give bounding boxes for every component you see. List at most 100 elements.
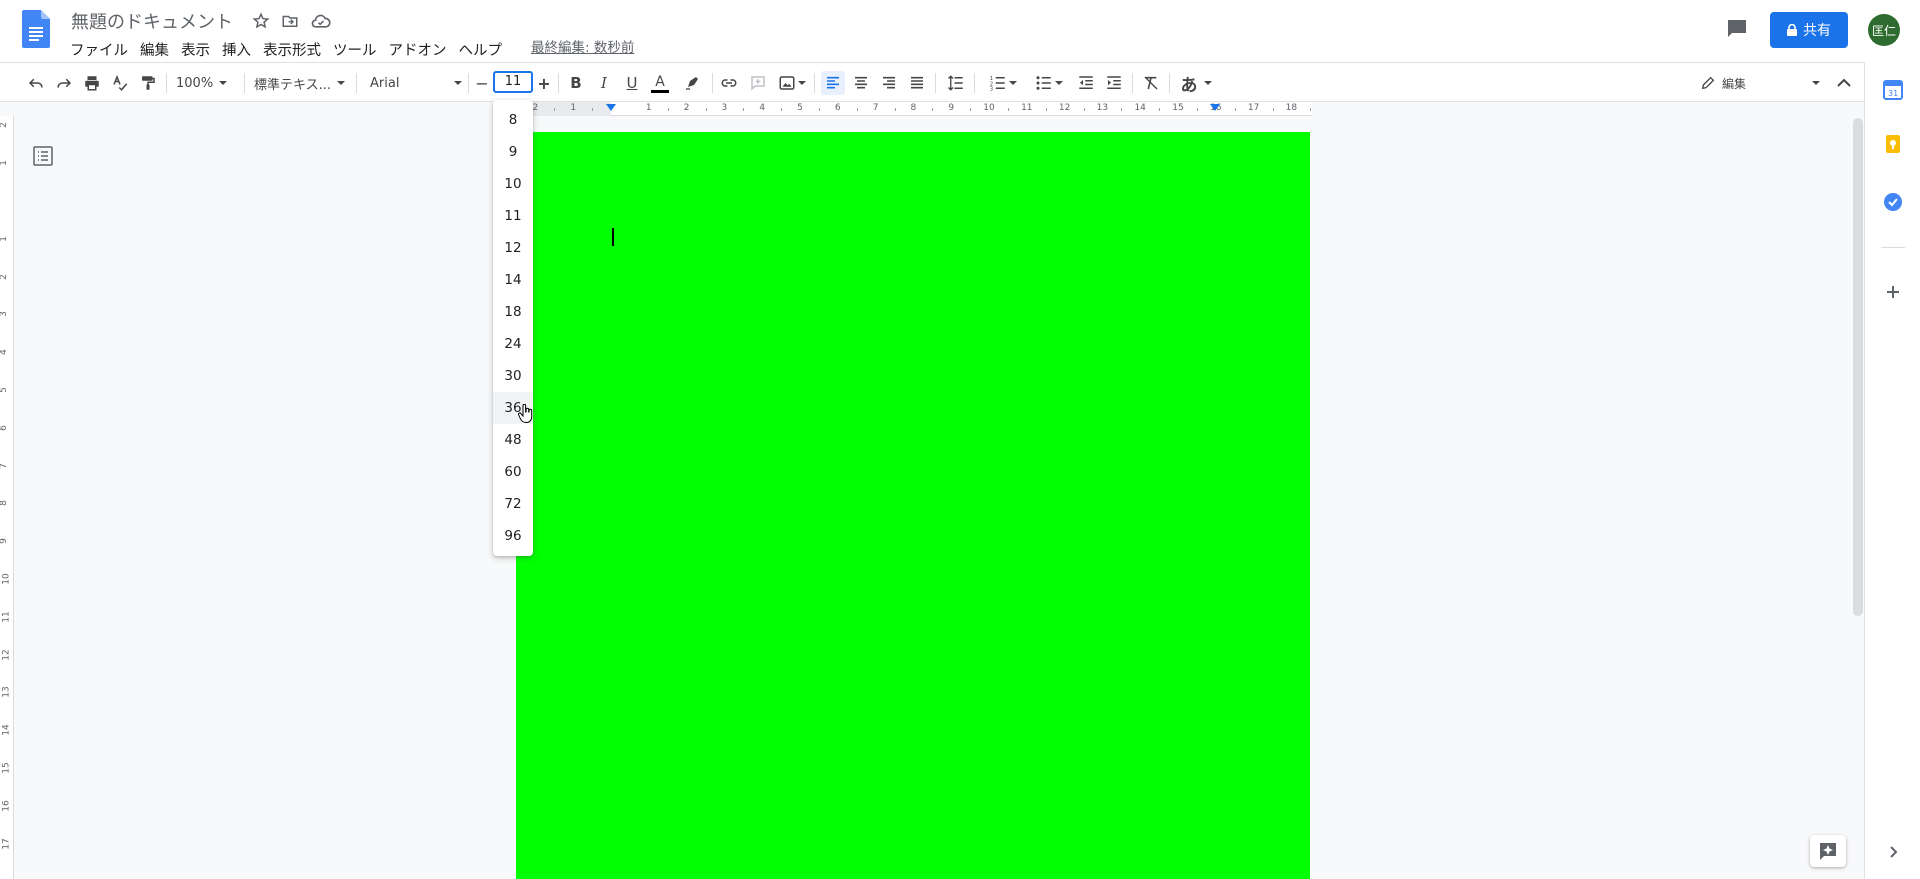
font-size-option[interactable]: 30 [493, 360, 533, 392]
star-icon[interactable] [252, 12, 272, 32]
chevron-right-icon[interactable] [1883, 842, 1903, 862]
italic-button[interactable]: I [592, 71, 616, 95]
docs-logo-icon[interactable] [22, 10, 50, 48]
input-tools-button[interactable]: あ [1176, 71, 1216, 96]
font-size-option[interactable]: 60 [493, 456, 533, 488]
font-size-option[interactable]: 24 [493, 328, 533, 360]
paint-format-icon[interactable] [136, 71, 160, 95]
document-title[interactable]: 無題のドキュメント [71, 8, 233, 34]
vruler-number: 8 [0, 501, 9, 507]
font-size-input[interactable]: 11 [493, 71, 533, 93]
ruler-tick [1083, 108, 1085, 111]
last-edit-link[interactable]: 最終編集: 数秒前 [531, 36, 634, 56]
numbered-list-icon[interactable]: 123 [984, 71, 1022, 95]
font-size-option[interactable]: 18 [493, 296, 533, 328]
decrease-indent-icon[interactable] [1074, 71, 1098, 95]
decrease-font-size-button[interactable]: − [474, 71, 490, 95]
ruler-tick [781, 108, 783, 111]
bold-button[interactable]: B [564, 71, 588, 95]
ruler-tick [1272, 108, 1274, 111]
underline-button[interactable]: U [620, 71, 644, 95]
add-addon-icon[interactable] [1883, 282, 1903, 302]
ruler-number: 5 [797, 103, 803, 113]
font-family-select[interactable]: Arial [370, 71, 462, 95]
keep-icon[interactable] [1883, 134, 1903, 154]
text-color-swatch [651, 89, 669, 93]
text-color-button[interactable]: A [648, 71, 672, 95]
font-size-option[interactable]: 72 [493, 488, 533, 520]
menu-format[interactable]: 表示形式 [257, 37, 327, 62]
menu-tools[interactable]: ツール [327, 37, 383, 62]
menu-view[interactable]: 表示 [175, 37, 216, 62]
menu-addons[interactable]: アドオン [383, 37, 453, 62]
paragraph-style-select[interactable]: 標準テキス... [254, 71, 350, 95]
ruler-number: 1 [645, 103, 652, 113]
increase-font-size-button[interactable]: + [536, 71, 552, 95]
move-folder-icon[interactable] [281, 12, 301, 32]
print-icon[interactable] [80, 71, 104, 95]
vruler-number: 1 [0, 236, 9, 242]
align-right-icon[interactable] [877, 71, 901, 95]
app-header: 無題のドキュメント ファイル 編集 表示 挿入 表示形式 ツール アドオン ヘル… [0, 0, 1920, 62]
calendar-icon[interactable]: 31 [1883, 80, 1903, 100]
ruler-number: 17 [1247, 103, 1260, 113]
undo-icon[interactable] [24, 71, 48, 95]
increase-indent-icon[interactable] [1102, 71, 1126, 95]
highlight-pen-icon[interactable] [680, 71, 704, 95]
link-icon[interactable] [717, 71, 741, 95]
align-center-icon[interactable] [849, 71, 873, 95]
document-outline-icon[interactable] [33, 146, 53, 166]
toolbar-divider [166, 73, 167, 93]
font-size-option[interactable]: 48 [493, 424, 533, 456]
ruler-number: 11 [1021, 103, 1033, 113]
ruler-tick [970, 108, 972, 111]
right-indent-marker[interactable] [1210, 104, 1220, 111]
editing-mode-select[interactable]: 編集 [1700, 71, 1820, 95]
font-size-option[interactable]: 9 [493, 136, 533, 168]
menu-edit[interactable]: 編集 [134, 37, 175, 62]
vertical-ruler[interactable]: 211234567891011121314151617 [0, 116, 14, 879]
menu-insert[interactable]: 挿入 [216, 37, 257, 62]
font-size-option[interactable]: 10 [493, 168, 533, 200]
vruler-number: 10 [1, 573, 12, 585]
share-button[interactable]: 共有 [1770, 12, 1848, 48]
horizontal-ruler[interactable]: 2 1 1 2 3 4 5 6 7 8 9 10 11 12 13 14 15 16 17 18 [516, 102, 1312, 116]
toolbar-divider [974, 73, 975, 93]
cloud-saved-icon[interactable] [311, 12, 331, 32]
zoom-select[interactable]: 100% [176, 71, 238, 95]
bulleted-list-icon[interactable] [1030, 71, 1068, 95]
explore-button[interactable] [1810, 835, 1846, 867]
ruler-number: 2 [532, 103, 539, 113]
editing-mode-content: 編集 [1700, 75, 1746, 92]
justify-icon[interactable] [905, 71, 929, 95]
ruler-tick [818, 108, 820, 111]
font-size-option[interactable]: 14 [493, 264, 533, 296]
clear-formatting-icon[interactable] [1139, 71, 1163, 95]
font-size-dropdown: 8 9 10 11 12 14 18 24 30 36 48 60 72 96 [493, 100, 533, 556]
font-size-option[interactable]: 11 [493, 200, 533, 232]
menu-help[interactable]: ヘルプ [453, 37, 509, 62]
font-size-option[interactable]: 8 [493, 104, 533, 136]
spellcheck-icon[interactable] [108, 71, 132, 95]
align-left-icon[interactable] [821, 71, 845, 95]
hand-pointer-icon [518, 403, 534, 428]
insert-image-icon[interactable] [775, 71, 809, 95]
vruler-number: 2 [0, 123, 9, 129]
document-page[interactable] [516, 132, 1310, 879]
left-indent-marker[interactable] [606, 104, 616, 111]
add-comment-icon[interactable] [746, 71, 770, 95]
font-size-option[interactable]: 12 [493, 232, 533, 264]
ruler-tick [554, 108, 556, 111]
ruler-tick [1234, 108, 1236, 111]
menu-file[interactable]: ファイル [64, 37, 134, 62]
redo-icon[interactable] [52, 71, 76, 95]
ruler-tick [743, 108, 745, 111]
scrollbar[interactable] [1853, 118, 1863, 616]
ruler-number: 12 [1058, 103, 1071, 113]
avatar[interactable]: 匡仁 [1868, 14, 1900, 46]
line-spacing-icon[interactable] [944, 71, 968, 95]
font-size-option[interactable]: 96 [493, 520, 533, 552]
comment-history-icon[interactable] [1726, 18, 1750, 40]
collapse-menus-icon[interactable] [1832, 71, 1856, 95]
tasks-icon[interactable] [1883, 192, 1903, 212]
